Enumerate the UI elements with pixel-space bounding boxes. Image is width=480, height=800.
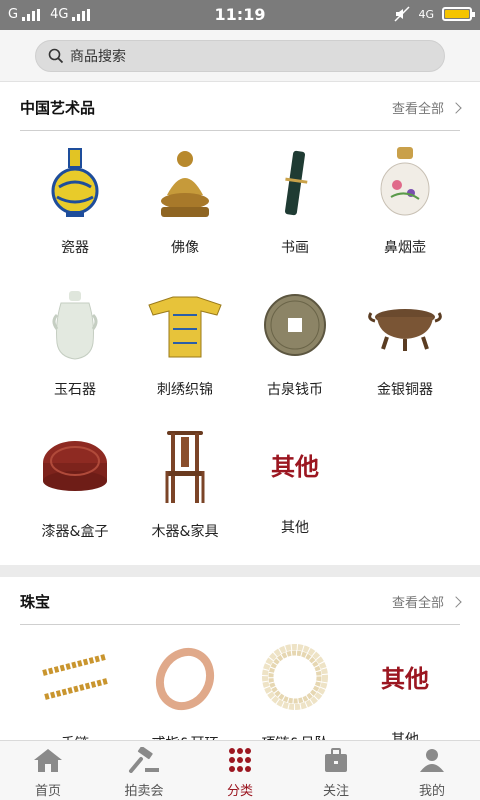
chevron-right-icon [450,595,462,608]
tab-category[interactable]: 分类 [192,741,288,800]
search-icon [48,48,64,64]
category-label: 漆器&盒子 [41,524,109,540]
tab-label: 分类 [226,784,253,799]
snuff-bottle-icon [380,147,430,216]
category-furniture[interactable]: 木器&家具 [130,427,240,541]
category-metalware[interactable]: 金银铜器 [350,285,460,399]
grid-dots-icon [229,748,251,772]
user-icon [420,749,444,772]
battery-icon [442,7,475,21]
category-lacquer[interactable]: 漆器&盒子 [20,427,130,541]
section-header: 中国艺术品 查看全部 [20,83,462,131]
category-ring[interactable]: 戒指&耳环 [130,639,240,753]
wooden-chair-icon [165,431,205,503]
view-all-link[interactable]: 查看全部 [391,592,462,611]
category-label: 刺绣织锦 [157,382,213,398]
category-grid: 瓷器 佛像 书画 鼻烟壶 玉石器 刺绣织锦 古泉钱币 金银铜器 漆器&盒子 木器… [20,143,460,563]
status-right: 4G [394,6,475,22]
search-placeholder: 商品搜索 [70,49,126,65]
category-necklace[interactable]: 项链&吊坠 [240,639,350,753]
tab-label: 首页 [34,784,61,799]
home-icon [34,749,62,772]
section-jewelry: 珠宝 查看全部 手链 戒指&耳环 项链&吊坠 其他 其他 [0,577,480,752]
category-jade[interactable]: 玉石器 [20,285,130,399]
category-label: 木器&家具 [151,524,219,540]
scroll-icon [284,150,308,216]
pearl-necklace-icon [262,644,328,710]
porcelain-vase-icon [51,148,99,217]
category-bracelet[interactable]: 手链 [20,639,130,753]
section-title: 珠宝 [20,593,51,611]
search-input[interactable]: 商品搜索 [35,40,445,72]
chevron-right-icon [450,101,462,114]
lacquer-box-icon [43,441,107,491]
tab-profile[interactable]: 我的 [384,741,480,800]
category-label: 书画 [281,240,309,256]
section-chinese-art: 中国艺术品 查看全部 瓷器 佛像 书画 鼻烟壶 玉石器 刺绣织锦 古泉钱币 金银… [0,83,480,565]
category-other[interactable]: 其他 其他 [240,427,350,537]
category-label: 古泉钱币 [267,382,323,398]
view-all-label: 查看全部 [391,596,444,611]
category-label: 佛像 [171,240,199,256]
section-header: 珠宝 查看全部 [20,577,462,625]
category-coins[interactable]: 古泉钱币 [240,285,350,399]
bottom-tab-bar: 首页 拍卖会 分类 关注 我的 [0,740,480,800]
category-snuff-bottle[interactable]: 鼻烟壶 [350,143,460,257]
buddha-statue-icon [161,151,209,217]
bronze-censer-icon [368,309,442,351]
other-image-text: 其他 [381,664,429,693]
tab-label: 我的 [418,784,445,799]
section-divider [0,565,480,577]
category-buddha[interactable]: 佛像 [130,143,240,257]
category-label: 其他 [281,520,309,536]
view-all-link[interactable]: 查看全部 [391,98,462,117]
category-grid: 手链 戒指&耳环 项链&吊坠 其他 其他 [20,639,460,752]
category-embroidery[interactable]: 刺绣织锦 [130,285,240,399]
network-type-label: 4G [418,7,434,21]
embroidered-robe-icon [148,296,222,358]
briefcase-icon [325,748,347,772]
category-painting[interactable]: 书画 [240,143,350,257]
gold-ring-icon [155,647,215,711]
search-bar-area: 商品搜索 [0,30,480,82]
status-bar: G 4G 11:19 4G [0,0,480,30]
category-porcelain[interactable]: 瓷器 [20,143,130,257]
tab-label: 关注 [322,784,349,799]
category-label: 鼻烟壶 [384,240,426,256]
jade-vase-icon [52,291,98,360]
category-other-jewelry[interactable]: 其他 其他 [350,639,460,749]
category-label: 金银铜器 [377,382,433,398]
tab-auction[interactable]: 拍卖会 [96,741,192,800]
gold-bracelet-icon [42,654,108,700]
tab-label: 拍卖会 [124,784,164,799]
other-image-text: 其他 [271,452,319,481]
category-label: 玉石器 [54,382,96,398]
view-all-label: 查看全部 [391,102,444,117]
tab-follow[interactable]: 关注 [288,741,384,800]
tab-home[interactable]: 首页 [0,741,96,800]
mute-icon [394,6,410,22]
section-title: 中国艺术品 [20,99,96,117]
category-label: 瓷器 [61,240,89,256]
gavel-icon [129,746,159,773]
ancient-coin-icon [264,294,326,356]
